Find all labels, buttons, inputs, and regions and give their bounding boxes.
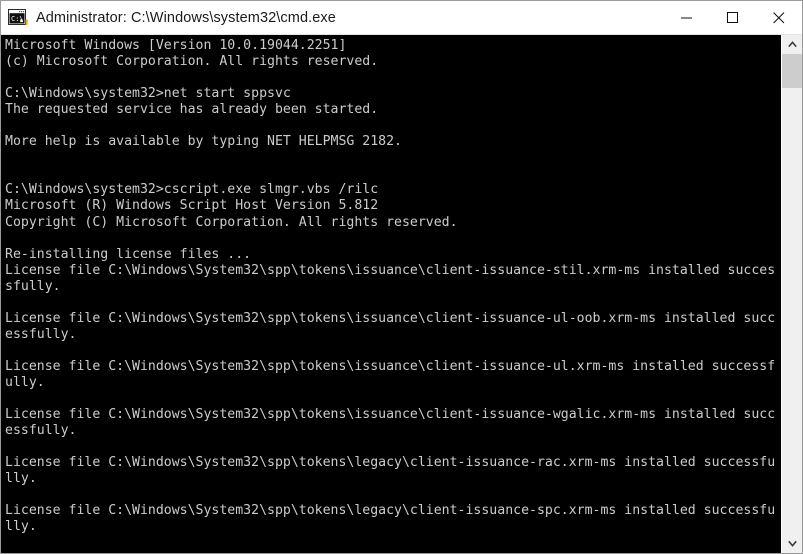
console-line: License file C:\Windows\System32\spp\tok… — [5, 455, 776, 471]
console-line: C:\Windows\system32>net start sppsvc — [5, 86, 291, 102]
console-line: ully. — [5, 374, 45, 390]
close-button[interactable] — [756, 1, 802, 34]
vertical-scrollbar[interactable] — [781, 35, 802, 553]
console-line: (c) Microsoft Corporation. All rights re… — [5, 54, 379, 70]
console-line: Microsoft Windows [Version 10.0.19044.22… — [5, 38, 347, 53]
console-line: essfully. — [5, 423, 77, 439]
console-line: License file C:\Windows\System32\spp\tok… — [5, 358, 776, 374]
console-line: Re-installing license files ... — [5, 246, 252, 262]
title-bar[interactable]: C:\ Administrator: C:\Windows\system32\c… — [1, 1, 802, 35]
console-line: License file C:\Windows\System32\spp\tok… — [5, 310, 776, 326]
close-icon — [773, 11, 785, 23]
scroll-up-button[interactable] — [782, 35, 802, 54]
console-line: License file C:\Windows\System32\spp\tok… — [5, 503, 776, 519]
console-line: The requested service has already been s… — [5, 102, 379, 118]
console-output[interactable]: Microsoft Windows [Version 10.0.19044.22… — [1, 35, 781, 553]
scrollbar-thumb[interactable] — [782, 54, 802, 88]
console-line: lly. — [5, 471, 37, 487]
console-line: lly. — [5, 519, 37, 535]
console-line: sfully. — [5, 278, 61, 294]
cmd-console-icon: C:\ — [8, 8, 28, 25]
console-line: Microsoft (R) Windows Script Host Versio… — [5, 198, 379, 214]
console-line: More help is available by typing NET HEL… — [5, 134, 402, 150]
chevron-up-icon — [787, 41, 797, 48]
console-line: License file C:\Windows\System32\spp\tok… — [5, 262, 776, 278]
console-line: essfully. — [5, 326, 77, 342]
scrollbar-track[interactable] — [782, 54, 802, 534]
window-title: Administrator: C:\Windows\system32\cmd.e… — [36, 9, 336, 26]
console-line: C:\Windows\system32>cscript.exe slmgr.vb… — [5, 182, 379, 198]
console-line: Copyright (C) Microsoft Corporation. All… — [5, 214, 458, 230]
minimize-icon — [681, 17, 692, 18]
maximize-button[interactable] — [710, 1, 756, 34]
chevron-down-icon — [787, 540, 797, 547]
maximize-icon — [727, 11, 738, 23]
client-area: Microsoft Windows [Version 10.0.19044.22… — [1, 35, 802, 553]
cmd-window: C:\ Administrator: C:\Windows\system32\c… — [0, 0, 803, 554]
window-controls — [664, 1, 802, 34]
scroll-down-button[interactable] — [782, 534, 802, 553]
minimize-button[interactable] — [664, 1, 710, 34]
console-line: License file C:\Windows\System32\spp\tok… — [5, 407, 776, 423]
